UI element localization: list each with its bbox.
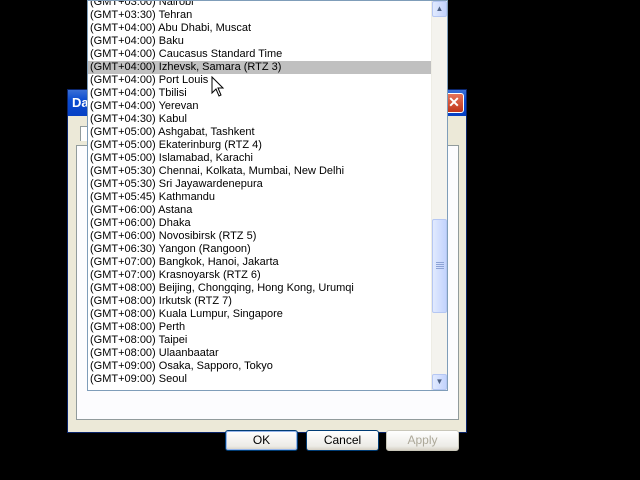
time-zone-option[interactable]: (GMT+04:00) Caucasus Standard Time (88, 48, 431, 61)
time-zone-option[interactable]: (GMT+05:00) Ashgabat, Tashkent (88, 126, 431, 139)
time-zone-option[interactable]: (GMT+04:00) Yerevan (88, 100, 431, 113)
time-zone-option[interactable]: (GMT+04:00) Abu Dhabi, Muscat (88, 22, 431, 35)
time-zone-option[interactable]: (GMT+08:00) Perth (88, 321, 431, 334)
mouse-pointer-icon (211, 76, 225, 97)
time-zone-dropdown-list[interactable]: (GMT+03:00) Nairobi (GMT+03:30) Tehran (GM… (87, 0, 448, 391)
time-zone-option[interactable]: (GMT+05:00) Ekaterinburg (RTZ 4) (88, 139, 431, 152)
time-zone-option[interactable]: (GMT+04:00) Tbilisi (88, 87, 431, 100)
time-zone-option[interactable]: (GMT+04:30) Kabul (88, 113, 431, 126)
time-zone-option[interactable]: (GMT+05:30) Sri Jayawardenepura (88, 178, 431, 191)
time-zone-option[interactable]: (GMT+09:00) Seoul (88, 373, 431, 386)
scroll-down-button[interactable]: ▼ (432, 374, 447, 390)
time-zone-option[interactable]: (GMT+08:00) Beijing, Chongqing, Hong Kon… (88, 282, 431, 295)
time-zone-option[interactable]: (GMT+05:00) Islamabad, Karachi (88, 152, 431, 165)
chevron-down-icon: ▼ (435, 377, 444, 386)
time-zone-option[interactable]: (GMT+08:00) Irkutsk (RTZ 7) (88, 295, 431, 308)
ok-button[interactable]: OK (225, 430, 298, 451)
time-zone-option[interactable]: (GMT+07:00) Krasnoyarsk (RTZ 6) (88, 269, 431, 282)
close-icon: ✕ (448, 94, 460, 110)
time-zone-option[interactable]: (GMT+09:00) Osaka, Sapporo, Tokyo (88, 360, 431, 373)
cancel-button[interactable]: Cancel (306, 430, 379, 451)
time-zone-option[interactable]: (GMT+04:00) Izhevsk, Samara (RTZ 3) (88, 61, 431, 74)
time-zone-option[interactable]: (GMT+03:00) Nairobi (88, 1, 431, 9)
time-zone-option[interactable]: (GMT+04:00) Port Louis (88, 74, 431, 87)
grip-icon (436, 262, 444, 270)
time-zone-option[interactable]: (GMT+06:00) Astana (88, 204, 431, 217)
time-zone-option[interactable]: (GMT+08:00) Ulaanbaatar (88, 347, 431, 360)
apply-button: Apply (386, 430, 459, 451)
vertical-scrollbar[interactable]: ▲ ▼ (431, 1, 447, 390)
chevron-up-icon: ▲ (435, 4, 444, 13)
time-zone-option[interactable]: (GMT+07:00) Bangkok, Hanoi, Jakarta (88, 256, 431, 269)
time-zone-option[interactable]: (GMT+08:00) Kuala Lumpur, Singapore (88, 308, 431, 321)
time-zone-option[interactable]: (GMT+03:30) Tehran (88, 9, 431, 22)
time-zone-option[interactable]: (GMT+06:30) Yangon (Rangoon) (88, 243, 431, 256)
time-zone-option[interactable]: (GMT+05:45) Kathmandu (88, 191, 431, 204)
time-zone-option[interactable]: (GMT+04:00) Baku (88, 35, 431, 48)
screen: Da ✕ OK Cancel Apply (GMT+03:00) Nairobi… (0, 0, 640, 480)
time-zone-option[interactable]: (GMT+06:00) Novosibirsk (RTZ 5) (88, 230, 431, 243)
time-zone-option[interactable]: (GMT+06:00) Dhaka (88, 217, 431, 230)
time-zone-list: (GMT+03:00) Nairobi (GMT+03:30) Tehran (GM… (88, 1, 431, 386)
scroll-up-button[interactable]: ▲ (432, 1, 447, 17)
scrollbar-thumb[interactable] (432, 219, 447, 313)
time-zone-option[interactable]: (GMT+08:00) Taipei (88, 334, 431, 347)
time-zone-option[interactable]: (GMT+05:30) Chennai, Kolkata, Mumbai, Ne… (88, 165, 431, 178)
